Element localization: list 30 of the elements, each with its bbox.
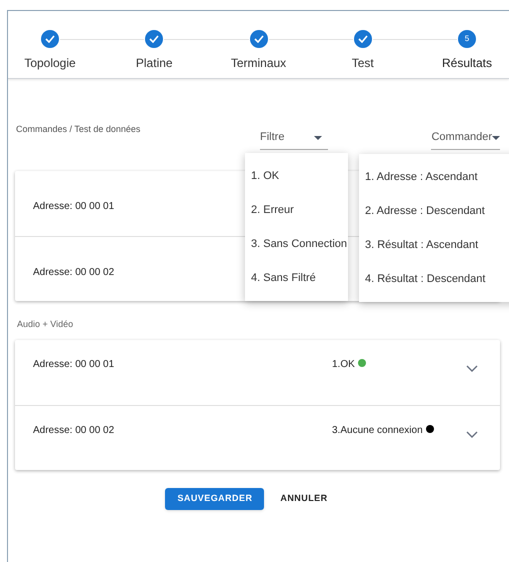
check-step-icon[interactable] [250,30,268,48]
filter-select[interactable]: Filtre [260,126,328,150]
sort-select[interactable]: Commander [431,126,500,150]
chevron-down-icon[interactable] [466,364,478,372]
address-text: Adresse: 00 00 01 [33,201,114,212]
status-text: 1.OK [332,358,355,372]
cancel-button[interactable]: ANNULER [278,488,330,510]
step-label: Test [352,55,374,72]
section-title: Commandes / Test de données [16,123,142,136]
step-label: Topologie [24,55,76,72]
menu-item[interactable]: 3. Sans Connection [245,227,348,261]
step-label: Platine [136,55,173,72]
step-label: Terminaux [230,55,286,72]
address-text: Adresse: 00 00 02 [33,424,116,438]
chevron-down-icon[interactable] [466,430,478,438]
address-text: Adresse: 00 00 02 [33,267,114,278]
caret-icon [314,136,322,140]
step-label: Résultats [442,55,492,72]
menu-item[interactable]: 4. Sans Filtré [245,261,348,295]
check-step-icon[interactable] [354,30,372,48]
status-text: 3.Aucune connexion [332,424,423,438]
save-button[interactable]: SAUVEGARDER [165,488,264,510]
section-title: Audio + Vidéo [17,318,74,331]
address-text: Adresse: 00 00 01 [33,358,116,372]
check-step-icon[interactable] [41,30,59,48]
check-step-icon[interactable] [145,30,164,48]
step-number[interactable]: 5 [458,30,476,48]
menu-item[interactable]: 2. Erreur [245,193,348,227]
menu-item[interactable]: 1. OK [245,159,348,193]
caret-icon [492,136,500,140]
